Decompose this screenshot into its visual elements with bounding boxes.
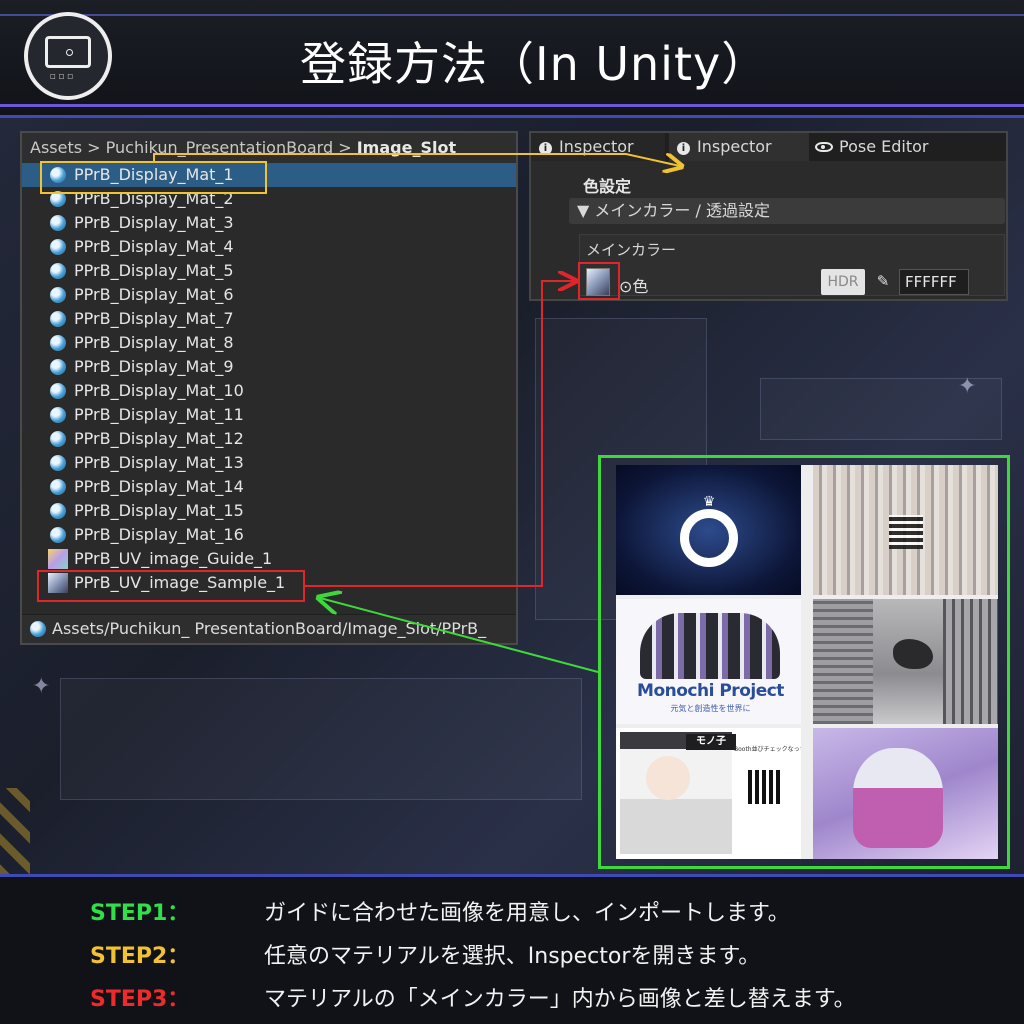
- tab-label: Inspector: [559, 137, 634, 156]
- texture-thumbnail-icon: [48, 549, 68, 569]
- board-dot: [66, 49, 73, 56]
- hex-color-field[interactable]: FFFFFF: [899, 269, 969, 295]
- material-sphere-icon: [50, 263, 66, 279]
- asset-row-material[interactable]: PPrB_Display_Mat_9: [22, 355, 516, 379]
- asset-name: PPrB_Display_Mat_12: [74, 429, 244, 448]
- breadcrumb-current: Image_Slot: [356, 138, 457, 157]
- asset-name: PPrB_Display_Mat_3: [74, 213, 234, 232]
- asset-row-material[interactable]: PPrB_Display_Mat_5: [22, 259, 516, 283]
- asset-row-material[interactable]: PPrB_Display_Mat_16: [22, 523, 516, 547]
- eye-icon: [815, 142, 833, 152]
- breadcrumb: Assets > Puchikun_PresentationBoard > Im…: [22, 133, 516, 164]
- asset-name: PPrB_UV_image_Guide_1: [74, 549, 273, 568]
- asset-row-material[interactable]: PPrB_Display_Mat_7: [22, 307, 516, 331]
- sparkle-icon: ✦: [958, 374, 977, 399]
- bg-window-pane: [60, 678, 582, 800]
- asset-row-texture[interactable]: PPrB_UV_image_Guide_1: [22, 547, 516, 571]
- main-color-transparency-foldout[interactable]: ▼ メインカラー / 透過設定: [569, 198, 1005, 224]
- asset-row-material[interactable]: PPrB_Display_Mat_12: [22, 427, 516, 451]
- asset-row-material[interactable]: PPrB_Display_Mat_3: [22, 211, 516, 235]
- header-top-line: [0, 14, 1024, 16]
- highlight-sample-preview: [598, 455, 1010, 869]
- main-color-heading: メインカラー: [586, 241, 677, 259]
- asset-name: PPrB_Display_Mat_10: [74, 381, 244, 400]
- asset-row-material[interactable]: PPrB_Display_Mat_10: [22, 379, 516, 403]
- header: □□□ 登録方法（In Unity）: [0, 0, 1024, 118]
- material-sphere-icon: [50, 503, 66, 519]
- material-sphere-icon: [50, 287, 66, 303]
- material-sphere-icon: [50, 335, 66, 351]
- step1-label: STEP1：: [90, 901, 190, 926]
- tab-inspector-1[interactable]: i Inspector: [531, 133, 665, 161]
- selected-asset-path: Assets/Puchikun_ PresentationBoard/Image…: [22, 614, 516, 643]
- project-panel: Assets > Puchikun_PresentationBoard > Im…: [20, 131, 518, 645]
- material-sphere-icon: [30, 621, 46, 637]
- board-feet: □□□: [50, 73, 77, 80]
- material-sphere-icon: [50, 527, 66, 543]
- asset-name: PPrB_Display_Mat_16: [74, 525, 244, 544]
- highlight-selected-material: [40, 161, 267, 194]
- tab-label: Pose Editor: [839, 137, 929, 156]
- breadcrumb-root[interactable]: Assets: [30, 138, 82, 157]
- step3-text: マテリアルの「メインカラー」内から画像と差し替えます。: [264, 987, 856, 1012]
- asset-name: PPrB_Display_Mat_13: [74, 453, 244, 472]
- breadcrumb-separator: >: [338, 138, 352, 157]
- asset-name: PPrB_Display_Mat_5: [74, 261, 234, 280]
- highlight-texture-slot: [578, 262, 620, 300]
- asset-path-text: Assets/Puchikun_ PresentationBoard/Image…: [52, 619, 487, 638]
- hdr-color-button[interactable]: HDR: [821, 269, 865, 295]
- asset-row-material[interactable]: PPrB_Display_Mat_14: [22, 475, 516, 499]
- asset-name: PPrB_Display_Mat_11: [74, 405, 244, 424]
- step3-label: STEP3：: [90, 987, 190, 1012]
- tab-pose-editor[interactable]: Pose Editor: [807, 133, 1005, 161]
- material-sphere-icon: [50, 215, 66, 231]
- material-sphere-icon: [50, 359, 66, 375]
- breadcrumb-folder[interactable]: Puchikun_PresentationBoard: [106, 138, 333, 157]
- color-property-label: ⊙色: [619, 277, 649, 296]
- header-bottom-line: [0, 104, 1024, 107]
- asset-row-material[interactable]: PPrB_Display_Mat_15: [22, 499, 516, 523]
- asset-name: PPrB_Display_Mat_8: [74, 333, 234, 352]
- tab-inspector-2[interactable]: i Inspector: [669, 133, 809, 161]
- highlight-sample-texture: [37, 570, 305, 602]
- step2-label: STEP2：: [90, 944, 190, 969]
- asset-name: PPrB_Display_Mat_14: [74, 477, 244, 496]
- asset-name: PPrB_Display_Mat_9: [74, 357, 234, 376]
- material-sphere-icon: [50, 407, 66, 423]
- asset-name: PPrB_Display_Mat_6: [74, 285, 234, 304]
- breadcrumb-separator: >: [87, 138, 101, 157]
- asset-name: PPrB_Display_Mat_15: [74, 501, 244, 520]
- asset-name: PPrB_Display_Mat_7: [74, 309, 234, 328]
- step2-text: 任意のマテリアルを選択、Inspectorを開きます。: [264, 944, 761, 969]
- asset-list: PPrB_Display_Mat_1 PPrB_Display_Mat_2 PPrB…: [22, 163, 516, 595]
- material-sphere-icon: [50, 383, 66, 399]
- asset-row-material[interactable]: PPrB_Display_Mat_6: [22, 283, 516, 307]
- steps-footer: STEP1： ガイドに合わせた画像を用意し、インポートします。 STEP2： 任…: [0, 874, 1024, 1024]
- asset-row-material[interactable]: PPrB_Display_Mat_4: [22, 235, 516, 259]
- info-icon: i: [539, 142, 552, 155]
- material-sphere-icon: [50, 479, 66, 495]
- inspector-tabs: i Inspector i Inspector Pose Editor: [531, 133, 1006, 161]
- step1-text: ガイドに合わせた画像を用意し、インポートします。: [264, 901, 790, 926]
- asset-row-material[interactable]: PPrB_Display_Mat_8: [22, 331, 516, 355]
- page-title: 登録方法（In Unity）: [300, 37, 769, 91]
- material-sphere-icon: [50, 239, 66, 255]
- eyedropper-icon[interactable]: ✎: [873, 270, 893, 292]
- board-shape: [45, 36, 91, 68]
- presentation-board-logo-icon: □□□: [24, 12, 112, 100]
- material-sphere-icon: [50, 455, 66, 471]
- asset-row-material[interactable]: PPrB_Display_Mat_11: [22, 403, 516, 427]
- info-icon: i: [677, 142, 690, 155]
- tab-label: Inspector: [697, 137, 772, 156]
- color-settings-heading: 色設定: [583, 177, 632, 196]
- material-sphere-icon: [50, 431, 66, 447]
- asset-row-material[interactable]: PPrB_Display_Mat_13: [22, 451, 516, 475]
- material-sphere-icon: [50, 311, 66, 327]
- asset-name: PPrB_Display_Mat_4: [74, 237, 234, 256]
- sparkle-icon: ✦: [32, 674, 51, 699]
